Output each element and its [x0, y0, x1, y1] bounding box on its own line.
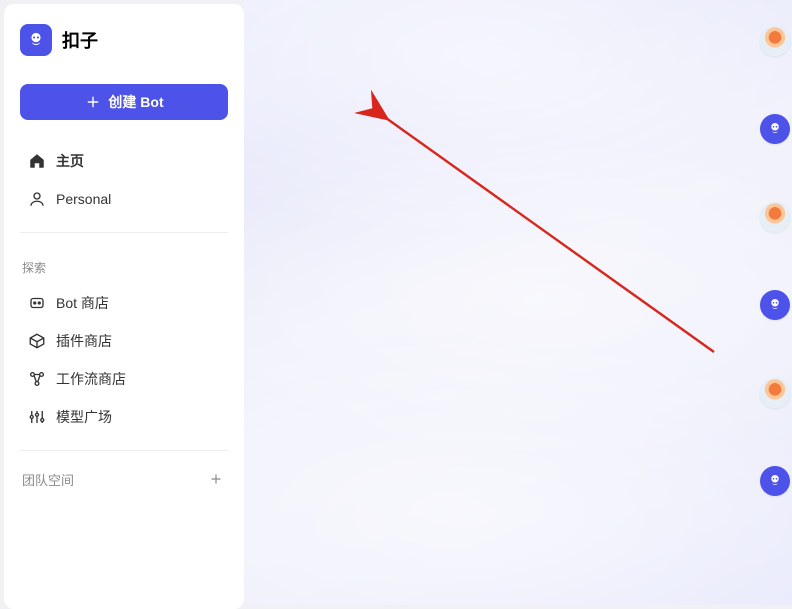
nav-personal[interactable]: Personal [20, 180, 228, 218]
nav-label: 模型广场 [56, 407, 112, 427]
user-icon [28, 190, 46, 208]
divider [20, 232, 228, 233]
nav-label: 插件商店 [56, 331, 112, 351]
team-space-row: 团队空间 [20, 469, 228, 489]
nav-label: Personal [56, 191, 111, 207]
sliders-icon [28, 408, 46, 426]
explore-heading: 探索 [22, 259, 228, 276]
brand-name: 扣子 [62, 27, 98, 53]
dock-balloon-icon[interactable] [760, 378, 790, 408]
main-content [244, 0, 792, 605]
brand-logo [20, 24, 52, 56]
create-bot-button[interactable]: 创建 Bot [20, 84, 228, 120]
background-waves [244, 0, 792, 605]
nav-label: Bot 商店 [56, 293, 109, 313]
add-team-button[interactable] [206, 469, 226, 489]
nav-home[interactable]: 主页 [20, 142, 228, 180]
bot-icon [28, 294, 46, 312]
dock-bot-icon[interactable] [760, 114, 790, 144]
dock-balloon-icon[interactable] [760, 26, 790, 56]
right-dock [758, 0, 792, 605]
sidebar: 扣子 创建 Bot 主页 Personal 探索 Bot 商店 插件商店 [4, 4, 244, 609]
team-space-label: 团队空间 [22, 470, 74, 489]
nav-workflow-store[interactable]: 工作流商店 [20, 360, 228, 398]
dock-bot-icon[interactable] [760, 290, 790, 320]
divider [20, 450, 228, 451]
nav-label: 工作流商店 [56, 369, 126, 389]
dock-balloon-icon[interactable] [760, 202, 790, 232]
dock-bot-icon[interactable] [760, 466, 790, 496]
brand-icon [26, 30, 46, 50]
brand: 扣子 [20, 24, 228, 56]
nav-plugin-store[interactable]: 插件商店 [20, 322, 228, 360]
create-bot-label: 创建 Bot [108, 92, 163, 112]
nav-bot-store[interactable]: Bot 商店 [20, 284, 228, 322]
nav-label: 主页 [56, 151, 84, 171]
plus-icon [84, 93, 102, 111]
workflow-icon [28, 370, 46, 388]
home-icon [28, 152, 46, 170]
package-icon [28, 332, 46, 350]
nav-model-plaza[interactable]: 模型广场 [20, 398, 228, 436]
plus-icon [209, 472, 223, 486]
